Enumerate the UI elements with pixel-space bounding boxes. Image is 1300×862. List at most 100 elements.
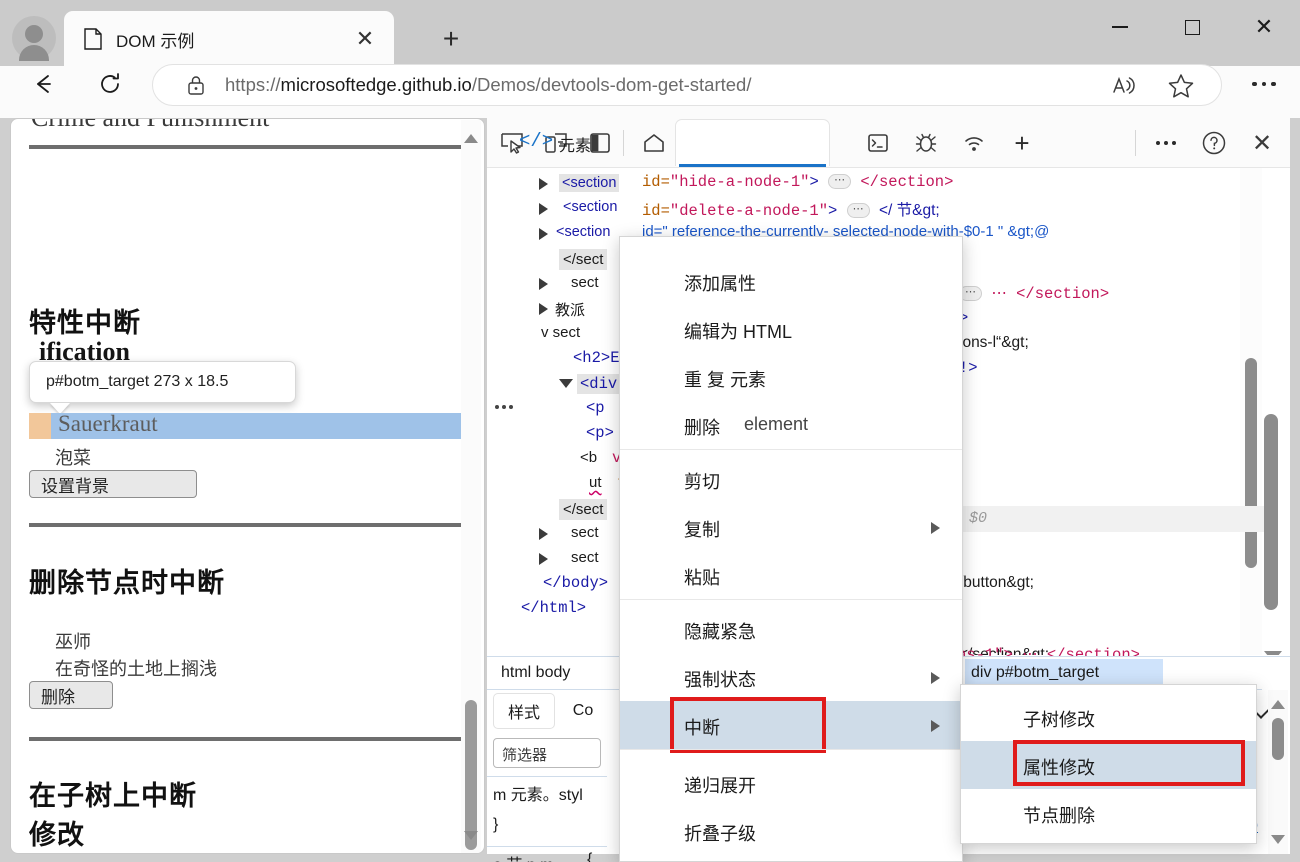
menu-item-label: 重 复 元素 (684, 370, 767, 390)
issues-tab-button[interactable] (907, 126, 945, 160)
more-tools-button[interactable]: + (1003, 126, 1041, 160)
divider-3 (29, 737, 463, 741)
expand-triangle-icon[interactable] (539, 553, 548, 565)
back-button[interactable] (24, 64, 64, 104)
css-rule-line-3[interactable]: e 节 p m (493, 851, 553, 862)
home-icon (644, 134, 664, 152)
right-pane-vertical-scrollbar[interactable] (1268, 690, 1288, 854)
home-tab-button[interactable] (635, 126, 673, 160)
dom-tag: <section (563, 199, 618, 215)
window-close-button[interactable]: ✕ (1240, 8, 1288, 46)
element-size-tooltip: p#botm_target 273 x 18.5 (29, 361, 296, 403)
devtools-help-button[interactable] (1195, 126, 1233, 160)
collapse-triangle-icon[interactable] (559, 379, 573, 388)
console-tab-button[interactable] (859, 126, 897, 160)
breadcrumb-path-right: div p#botm_target (971, 664, 1100, 681)
expand-triangle-icon[interactable] (539, 278, 548, 290)
menu-item-paste[interactable]: 粘贴 (620, 551, 962, 599)
scroll-up-arrow-icon[interactable] (1271, 700, 1285, 709)
css-rule-line-2: } (493, 816, 499, 833)
menu-item-expand-recursively[interactable]: 递归展开 (620, 759, 962, 807)
divider-1 (29, 145, 463, 149)
dom-context-menu[interactable]: 添加属性 编辑为 HTML 重 复 元素 删除 element 剪切 复制 粘贴… (619, 236, 963, 862)
expand-triangle-icon[interactable] (539, 528, 548, 540)
menu-item-force-state[interactable]: 强制状态 (620, 653, 962, 701)
highlight-text: Sauerkraut (58, 411, 158, 436)
heading-attribute-break: 特性中断 (29, 308, 141, 338)
page-favicon-icon (84, 28, 102, 50)
browser-tab[interactable]: DOM 示例 ✕ (64, 11, 394, 66)
menu-item-delete-element[interactable]: 删除 element (620, 401, 962, 449)
url-host: microsoftedge.github.io (280, 74, 472, 95)
add-favorite-button[interactable] (1165, 70, 1199, 102)
dom-tag: <section (556, 224, 611, 240)
page-scroll-thumb[interactable] (465, 700, 477, 850)
expand-triangle-icon[interactable] (539, 228, 548, 240)
page-scrollbar[interactable] (461, 120, 481, 853)
menu-item-cut[interactable]: 剪切 (620, 455, 962, 503)
menu-item-collapse-children[interactable]: 折叠子级 (620, 807, 962, 855)
tab-elements-label: 元素 (559, 138, 592, 155)
window-minimize-button[interactable] (1096, 8, 1144, 46)
menu-separator-3 (620, 749, 962, 750)
submenu-item-label: 节点删除 (1023, 806, 1095, 826)
web-page-viewport: Crime and Punishment 特性中断 ification p#bo… (10, 118, 485, 854)
right-pane-scrollbar[interactable] (1264, 414, 1282, 655)
address-bar[interactable]: https://microsoftedge.github.io/Demos/de… (152, 64, 1222, 106)
expand-triangle-icon[interactable] (539, 178, 548, 190)
address-bar-url: https://microsoftedge.github.io/Demos/de… (225, 74, 751, 96)
dot-1 (1252, 81, 1257, 87)
dom-node-label: 教派 (555, 302, 586, 319)
dom-close-tag: </ 节&gt; (878, 202, 940, 219)
right-scroll-down-icon[interactable] (1264, 651, 1282, 655)
menu-item-label: 添加属性 (684, 274, 756, 294)
submenu-item-node-removal[interactable]: 节点删除 (961, 789, 1256, 837)
menu-item-label: 折叠子级 (684, 824, 756, 844)
new-tab-button[interactable]: + (434, 22, 468, 56)
annotation-highlight-attribute-modifications (1013, 740, 1245, 786)
profile-avatar-button[interactable] (12, 16, 56, 61)
maximize-icon (1184, 19, 1200, 35)
window-maximize-button[interactable] (1168, 8, 1216, 46)
menu-item-hide-element[interactable]: 隐藏紧急 (620, 605, 962, 653)
tab-close-button[interactable]: ✕ (350, 24, 380, 54)
dom-node-label: sect (571, 549, 599, 566)
menu-separator-1 (620, 449, 962, 450)
expand-triangle-icon[interactable] (539, 303, 548, 315)
reload-button[interactable] (90, 64, 130, 104)
right-code-line: ⋯ </section> (991, 285, 1110, 303)
read-aloud-button[interactable] (1105, 71, 1147, 101)
css-rule-line-1[interactable]: m 元素。styl (493, 781, 583, 805)
styles-filter-input[interactable]: 筛选器 (493, 738, 601, 768)
tab-elements[interactable] (675, 119, 830, 166)
dom-node-label: </html> (521, 599, 587, 617)
right-pane-scroll-thumb[interactable] (1272, 718, 1284, 760)
collapsed-children-icon[interactable]: ⋯ (828, 174, 852, 190)
tab-computed[interactable]: Co (563, 693, 603, 729)
browser-settings-button[interactable] (1244, 70, 1284, 98)
ellipsis-indicator-icon[interactable] (495, 405, 513, 409)
menu-item-edit-as-html[interactable]: 编辑为 HTML (620, 305, 962, 353)
dom-node-label: <p> (586, 424, 614, 442)
menu-item-duplicate-element[interactable]: 重 复 元素 (620, 353, 962, 401)
set-background-button[interactable]: 设置背景 (29, 470, 197, 498)
right-scroll-thumb[interactable] (1264, 414, 1278, 610)
menu-item-add-attribute[interactable]: 添加属性 (620, 257, 962, 305)
console-eval-bar[interactable]: $0 (957, 506, 1268, 532)
annotation-highlight-break-on (670, 697, 826, 753)
submenu-item-subtree-modifications[interactable]: 子树修改 (961, 693, 1256, 741)
dom-tree-right-overflow: ⋯ ⋯ </section> > ions-l“&gt; !> $0 /butt… (957, 168, 1290, 655)
expand-triangle-icon[interactable] (539, 203, 548, 215)
collapsed-children-icon[interactable]: ⋯ (846, 203, 870, 219)
menu-item-copy[interactable]: 复制 (620, 503, 962, 551)
tab-styles[interactable]: 样式 (493, 693, 555, 729)
delete-button[interactable]: 删除 (29, 681, 113, 709)
network-tab-button[interactable] (955, 126, 993, 160)
menu-separator-2 (620, 599, 962, 600)
scroll-down-arrow-icon[interactable] (1271, 835, 1285, 844)
scroll-down-arrow-icon[interactable] (464, 831, 478, 840)
scroll-up-arrow-icon[interactable] (464, 134, 478, 143)
devtools-close-button[interactable]: ✕ (1243, 126, 1281, 160)
devtools-settings-button[interactable] (1147, 126, 1185, 160)
lock-icon (188, 76, 204, 95)
